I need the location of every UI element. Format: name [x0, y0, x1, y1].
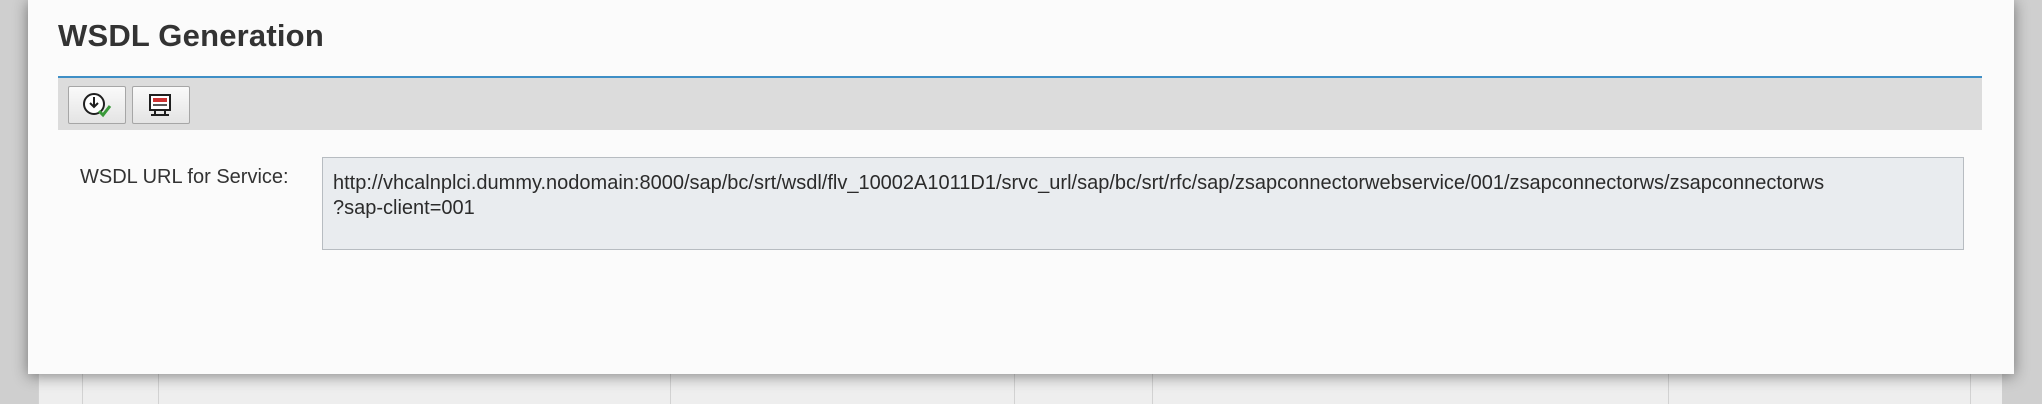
wsdl-url-line-2: ?sap-client=001	[333, 197, 475, 219]
wsdl-url-label: WSDL URL for Service:	[80, 166, 289, 188]
download-icon	[83, 93, 112, 118]
display-icon	[149, 94, 171, 116]
toolbar	[58, 78, 1982, 130]
display-wsdl-button[interactable]	[132, 86, 190, 124]
download-wsdl-button[interactable]	[68, 86, 126, 124]
dialog-title: WSDL Generation	[58, 18, 324, 53]
wsdl-url-field[interactable]: http://vhcalnplci.dummy.nodomain:8000/sa…	[322, 157, 1964, 250]
wsdl-url-line-1: http://vhcalnplci.dummy.nodomain:8000/sa…	[333, 172, 1825, 194]
wsdl-generation-dialog: WSDL Generation WSDL URL for Service: ht…	[28, 0, 2014, 374]
